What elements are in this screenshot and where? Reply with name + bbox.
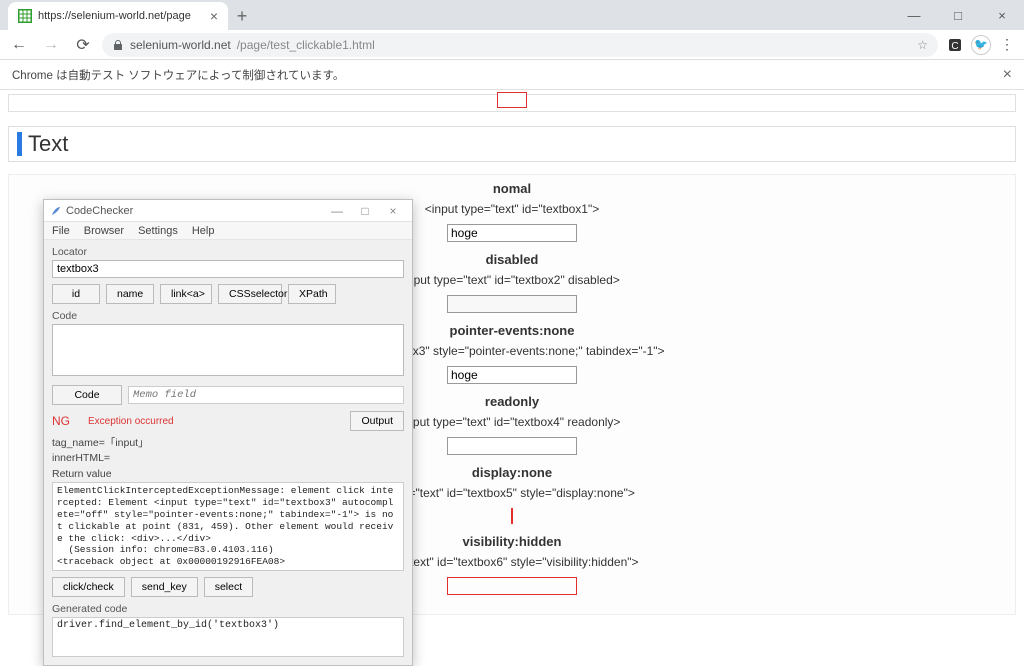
browser-tabstrip: https://selenium-world.net/page × + — □ … bbox=[0, 0, 1024, 30]
extension-icon[interactable]: C bbox=[944, 34, 966, 56]
address-path: /page/test_clickable1.html bbox=[237, 38, 375, 52]
new-tab-button[interactable]: + bbox=[228, 2, 256, 30]
address-bar[interactable]: selenium-world.net/page/test_clickable1.… bbox=[102, 33, 938, 57]
cc-locator-input[interactable] bbox=[52, 260, 404, 278]
red-cursor bbox=[511, 508, 513, 524]
textbox2 bbox=[447, 295, 577, 313]
tab-title: https://selenium-world.net/page bbox=[38, 10, 204, 22]
cc-minimize-button[interactable]: — bbox=[324, 202, 350, 220]
cc-btn-name[interactable]: name bbox=[106, 284, 154, 304]
cc-body: Locator id name link<a> CSSselector XPat… bbox=[44, 240, 412, 665]
visibility-redbox bbox=[447, 577, 577, 595]
cc-btn-click[interactable]: click/check bbox=[52, 577, 125, 597]
cc-code-label: Code bbox=[52, 310, 404, 322]
reload-button[interactable]: ⟳ bbox=[70, 32, 96, 58]
codechecker-window[interactable]: CodeChecker — □ × File Browser Settings … bbox=[43, 199, 413, 666]
cc-menu-settings[interactable]: Settings bbox=[138, 225, 178, 237]
cc-innerhtml-text: innerHTML= bbox=[52, 452, 404, 464]
cc-exception-text: Exception occurred bbox=[88, 416, 174, 427]
browser-tab[interactable]: https://selenium-world.net/page × bbox=[8, 2, 228, 30]
svg-text:C: C bbox=[951, 41, 958, 52]
cc-btn-link[interactable]: link<a> bbox=[160, 284, 212, 304]
cc-btn-css[interactable]: CSSselector bbox=[218, 284, 282, 304]
address-host: selenium-world.net bbox=[130, 38, 231, 52]
cc-menu-file[interactable]: File bbox=[52, 225, 70, 237]
cc-btn-select[interactable]: select bbox=[204, 577, 253, 597]
star-icon[interactable]: ☆ bbox=[917, 38, 928, 52]
infobar-text: Chrome は自動テスト ソフトウェアによって制御されています。 bbox=[12, 67, 344, 83]
row-title-normal: nomal bbox=[9, 175, 1015, 198]
tab-close-icon[interactable]: × bbox=[210, 8, 218, 24]
cc-menu-help[interactable]: Help bbox=[192, 225, 215, 237]
red-outline-box bbox=[497, 92, 527, 108]
infobar-close-icon[interactable]: × bbox=[1003, 66, 1012, 84]
feather-icon bbox=[50, 205, 62, 217]
cc-locator-label: Locator bbox=[52, 246, 404, 258]
cc-memo-input[interactable] bbox=[128, 386, 404, 404]
textbox1[interactable] bbox=[447, 224, 577, 242]
forward-button[interactable]: → bbox=[38, 32, 64, 58]
cc-btn-id[interactable]: id bbox=[52, 284, 100, 304]
cc-titlebar[interactable]: CodeChecker — □ × bbox=[44, 200, 412, 222]
section-accent-bar bbox=[17, 132, 22, 156]
textbox4[interactable] bbox=[447, 437, 577, 455]
cc-btn-xpath[interactable]: XPath bbox=[288, 284, 336, 304]
kebab-menu-icon[interactable]: ⋮ bbox=[996, 34, 1018, 56]
section-title: Text bbox=[28, 131, 68, 157]
lock-icon bbox=[112, 39, 124, 51]
automation-infobar: Chrome は自動テスト ソフトウェアによって制御されています。 × bbox=[0, 60, 1024, 90]
window-controls: — □ × bbox=[892, 0, 1024, 30]
top-section-box bbox=[8, 94, 1016, 112]
cc-btn-code[interactable]: Code bbox=[52, 385, 122, 405]
cc-code-textarea[interactable] bbox=[52, 324, 404, 376]
back-button[interactable]: ← bbox=[6, 32, 32, 58]
cc-close-button[interactable]: × bbox=[380, 202, 406, 220]
profile-avatar[interactable]: 🐦 bbox=[970, 34, 992, 56]
cc-traceback-box[interactable]: ElementClickInterceptedExceptionMessage:… bbox=[52, 482, 404, 571]
cc-tagname-text: tag_name=「input」 bbox=[52, 435, 404, 450]
window-close-button[interactable]: × bbox=[980, 0, 1024, 30]
cc-status-ng: NG bbox=[52, 414, 70, 428]
cc-btn-output[interactable]: Output bbox=[350, 411, 404, 431]
window-minimize-button[interactable]: — bbox=[892, 0, 936, 30]
cc-btn-sendkey[interactable]: send_key bbox=[131, 577, 198, 597]
tab-favicon bbox=[18, 9, 32, 23]
cc-retval-label: Return value bbox=[52, 468, 404, 480]
textbox3 bbox=[447, 366, 577, 384]
section-header-text: Text bbox=[8, 126, 1016, 162]
cc-menu-browser[interactable]: Browser bbox=[84, 225, 124, 237]
cc-title-text: CodeChecker bbox=[66, 205, 133, 217]
browser-toolbar: ← → ⟳ selenium-world.net/page/test_click… bbox=[0, 30, 1024, 60]
window-maximize-button[interactable]: □ bbox=[936, 0, 980, 30]
cc-gencode-box[interactable]: driver.find_element_by_id('textbox3') bbox=[52, 617, 404, 657]
cc-maximize-button[interactable]: □ bbox=[352, 202, 378, 220]
cc-gencode-label: Generated code bbox=[52, 603, 404, 615]
cc-menubar: File Browser Settings Help bbox=[44, 222, 412, 240]
